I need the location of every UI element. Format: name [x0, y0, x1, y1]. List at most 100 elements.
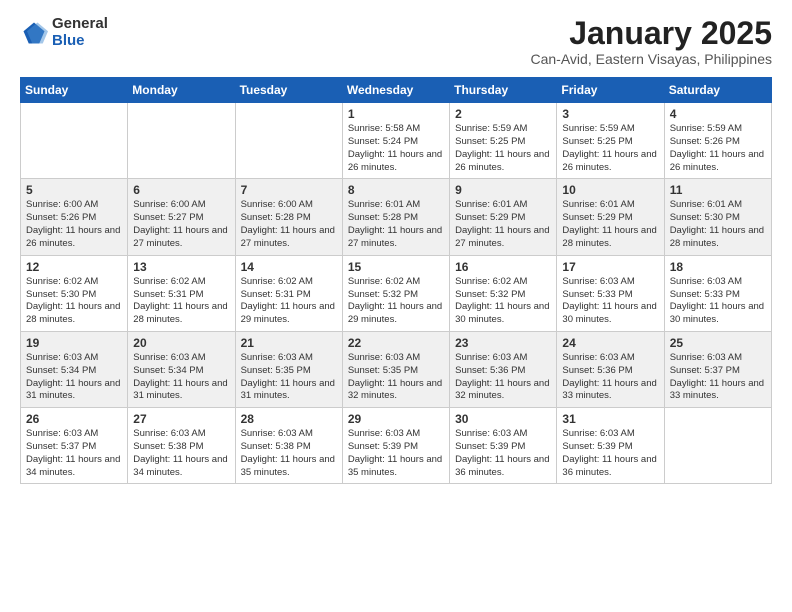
day-number: 23	[455, 336, 551, 350]
calendar-cell: 9Sunrise: 6:01 AM Sunset: 5:29 PM Daylig…	[450, 179, 557, 255]
day-info: Sunrise: 6:01 AM Sunset: 5:29 PM Dayligh…	[562, 199, 658, 250]
day-number: 19	[26, 336, 122, 350]
title-block: January 2025 Can-Avid, Eastern Visayas, …	[531, 16, 773, 67]
calendar-week-5: 26Sunrise: 6:03 AM Sunset: 5:37 PM Dayli…	[21, 408, 772, 484]
calendar-cell: 16Sunrise: 6:02 AM Sunset: 5:32 PM Dayli…	[450, 255, 557, 331]
logo: General Blue	[20, 16, 108, 49]
weekday-header-sunday: Sunday	[21, 78, 128, 103]
calendar-cell: 2 Sunrise: 5:59 AM Sunset: 5:25 PM Daylig…	[450, 103, 557, 179]
day-number: 25	[670, 336, 766, 350]
day-info: Sunrise: 6:03 AM Sunset: 5:33 PM Dayligh…	[562, 276, 658, 327]
day-info: Sunrise: 5:59 AM Sunset: 5:25 PM Dayligh…	[455, 123, 551, 174]
day-number: 26	[26, 412, 122, 426]
calendar-cell: 19 Sunrise: 6:03 AM Sunset: 5:34 PM Dayli…	[21, 331, 128, 407]
calendar-cell: 12 Sunrise: 6:02 AM Sunset: 5:30 PM Dayli…	[21, 255, 128, 331]
page: General Blue January 2025 Can-Avid, East…	[0, 0, 792, 494]
calendar-body: 1 Sunrise: 5:58 AM Sunset: 5:24 PM Daylig…	[21, 103, 772, 484]
day-number: 16	[455, 260, 551, 274]
day-info: Sunrise: 6:03 AM Sunset: 5:38 PM Dayligh…	[133, 428, 229, 479]
calendar-cell: 4 Sunrise: 5:59 AM Sunset: 5:26 PM Daylig…	[664, 103, 771, 179]
day-number: 7	[241, 183, 337, 197]
weekday-header-friday: Friday	[557, 78, 664, 103]
calendar-cell	[128, 103, 235, 179]
calendar-cell: 17 Sunrise: 6:03 AM Sunset: 5:33 PM Dayli…	[557, 255, 664, 331]
day-info: Sunrise: 5:59 AM Sunset: 5:26 PM Dayligh…	[670, 123, 766, 174]
day-info: Sunrise: 6:03 AM Sunset: 5:37 PM Dayligh…	[670, 352, 766, 403]
day-number: 18	[670, 260, 766, 274]
day-number: 29	[348, 412, 444, 426]
day-number: 28	[241, 412, 337, 426]
calendar-cell: 21Sunrise: 6:03 AM Sunset: 5:35 PM Dayli…	[235, 331, 342, 407]
day-info: Sunrise: 6:03 AM Sunset: 5:39 PM Dayligh…	[455, 428, 551, 479]
calendar-cell: 27 Sunrise: 6:03 AM Sunset: 5:38 PM Dayli…	[128, 408, 235, 484]
day-number: 1	[348, 107, 444, 121]
calendar-cell	[235, 103, 342, 179]
weekday-header-monday: Monday	[128, 78, 235, 103]
day-number: 13	[133, 260, 229, 274]
weekday-header-saturday: Saturday	[664, 78, 771, 103]
logo-blue-text: Blue	[52, 33, 108, 50]
day-number: 24	[562, 336, 658, 350]
day-info: Sunrise: 6:03 AM Sunset: 5:39 PM Dayligh…	[348, 428, 444, 479]
calendar-cell: 1 Sunrise: 5:58 AM Sunset: 5:24 PM Daylig…	[342, 103, 449, 179]
day-number: 12	[26, 260, 122, 274]
calendar-cell: 20Sunrise: 6:03 AM Sunset: 5:34 PM Dayli…	[128, 331, 235, 407]
weekday-row: SundayMondayTuesdayWednesdayThursdayFrid…	[21, 78, 772, 103]
day-info: Sunrise: 6:03 AM Sunset: 5:34 PM Dayligh…	[26, 352, 122, 403]
location-title: Can-Avid, Eastern Visayas, Philippines	[531, 51, 773, 67]
calendar-week-2: 5 Sunrise: 6:00 AM Sunset: 5:26 PM Daylig…	[21, 179, 772, 255]
calendar-cell: 26Sunrise: 6:03 AM Sunset: 5:37 PM Dayli…	[21, 408, 128, 484]
month-title: January 2025	[531, 16, 773, 51]
calendar-week-3: 12 Sunrise: 6:02 AM Sunset: 5:30 PM Dayli…	[21, 255, 772, 331]
calendar-cell: 5 Sunrise: 6:00 AM Sunset: 5:26 PM Daylig…	[21, 179, 128, 255]
calendar-table: SundayMondayTuesdayWednesdayThursdayFrid…	[20, 77, 772, 484]
day-number: 4	[670, 107, 766, 121]
day-number: 10	[562, 183, 658, 197]
calendar-header: SundayMondayTuesdayWednesdayThursdayFrid…	[21, 78, 772, 103]
calendar-cell: 13Sunrise: 6:02 AM Sunset: 5:31 PM Dayli…	[128, 255, 235, 331]
calendar-week-1: 1 Sunrise: 5:58 AM Sunset: 5:24 PM Daylig…	[21, 103, 772, 179]
day-info: Sunrise: 6:00 AM Sunset: 5:27 PM Dayligh…	[133, 199, 229, 250]
calendar-cell: 22Sunrise: 6:03 AM Sunset: 5:35 PM Dayli…	[342, 331, 449, 407]
calendar-cell: 18Sunrise: 6:03 AM Sunset: 5:33 PM Dayli…	[664, 255, 771, 331]
day-number: 21	[241, 336, 337, 350]
day-info: Sunrise: 6:03 AM Sunset: 5:36 PM Dayligh…	[455, 352, 551, 403]
calendar-cell: 6Sunrise: 6:00 AM Sunset: 5:27 PM Daylig…	[128, 179, 235, 255]
header: General Blue January 2025 Can-Avid, East…	[20, 16, 772, 67]
calendar-cell: 10 Sunrise: 6:01 AM Sunset: 5:29 PM Dayli…	[557, 179, 664, 255]
day-info: Sunrise: 6:03 AM Sunset: 5:38 PM Dayligh…	[241, 428, 337, 479]
calendar-cell: 25 Sunrise: 6:03 AM Sunset: 5:37 PM Dayli…	[664, 331, 771, 407]
day-number: 2	[455, 107, 551, 121]
day-info: Sunrise: 6:03 AM Sunset: 5:36 PM Dayligh…	[562, 352, 658, 403]
calendar-cell: 24 Sunrise: 6:03 AM Sunset: 5:36 PM Dayli…	[557, 331, 664, 407]
day-number: 17	[562, 260, 658, 274]
calendar-cell: 28 Sunrise: 6:03 AM Sunset: 5:38 PM Dayli…	[235, 408, 342, 484]
day-number: 27	[133, 412, 229, 426]
calendar-cell: 11 Sunrise: 6:01 AM Sunset: 5:30 PM Dayli…	[664, 179, 771, 255]
day-number: 14	[241, 260, 337, 274]
calendar-cell: 7 Sunrise: 6:00 AM Sunset: 5:28 PM Daylig…	[235, 179, 342, 255]
day-info: Sunrise: 6:00 AM Sunset: 5:28 PM Dayligh…	[241, 199, 337, 250]
day-number: 31	[562, 412, 658, 426]
day-info: Sunrise: 6:03 AM Sunset: 5:34 PM Dayligh…	[133, 352, 229, 403]
day-info: Sunrise: 6:01 AM Sunset: 5:30 PM Dayligh…	[670, 199, 766, 250]
weekday-header-tuesday: Tuesday	[235, 78, 342, 103]
calendar-cell: 29 Sunrise: 6:03 AM Sunset: 5:39 PM Dayli…	[342, 408, 449, 484]
day-info: Sunrise: 5:58 AM Sunset: 5:24 PM Dayligh…	[348, 123, 444, 174]
calendar-cell: 30 Sunrise: 6:03 AM Sunset: 5:39 PM Dayli…	[450, 408, 557, 484]
calendar-cell: 3 Sunrise: 5:59 AM Sunset: 5:25 PM Daylig…	[557, 103, 664, 179]
calendar-cell	[664, 408, 771, 484]
day-number: 5	[26, 183, 122, 197]
day-info: Sunrise: 6:03 AM Sunset: 5:35 PM Dayligh…	[348, 352, 444, 403]
day-number: 3	[562, 107, 658, 121]
day-number: 30	[455, 412, 551, 426]
day-info: Sunrise: 6:01 AM Sunset: 5:28 PM Dayligh…	[348, 199, 444, 250]
day-info: Sunrise: 6:02 AM Sunset: 5:30 PM Dayligh…	[26, 276, 122, 327]
logo-general-text: General	[52, 16, 108, 33]
weekday-header-wednesday: Wednesday	[342, 78, 449, 103]
day-info: Sunrise: 6:02 AM Sunset: 5:31 PM Dayligh…	[241, 276, 337, 327]
day-number: 11	[670, 183, 766, 197]
logo-icon	[20, 19, 48, 47]
day-info: Sunrise: 6:00 AM Sunset: 5:26 PM Dayligh…	[26, 199, 122, 250]
day-info: Sunrise: 5:59 AM Sunset: 5:25 PM Dayligh…	[562, 123, 658, 174]
